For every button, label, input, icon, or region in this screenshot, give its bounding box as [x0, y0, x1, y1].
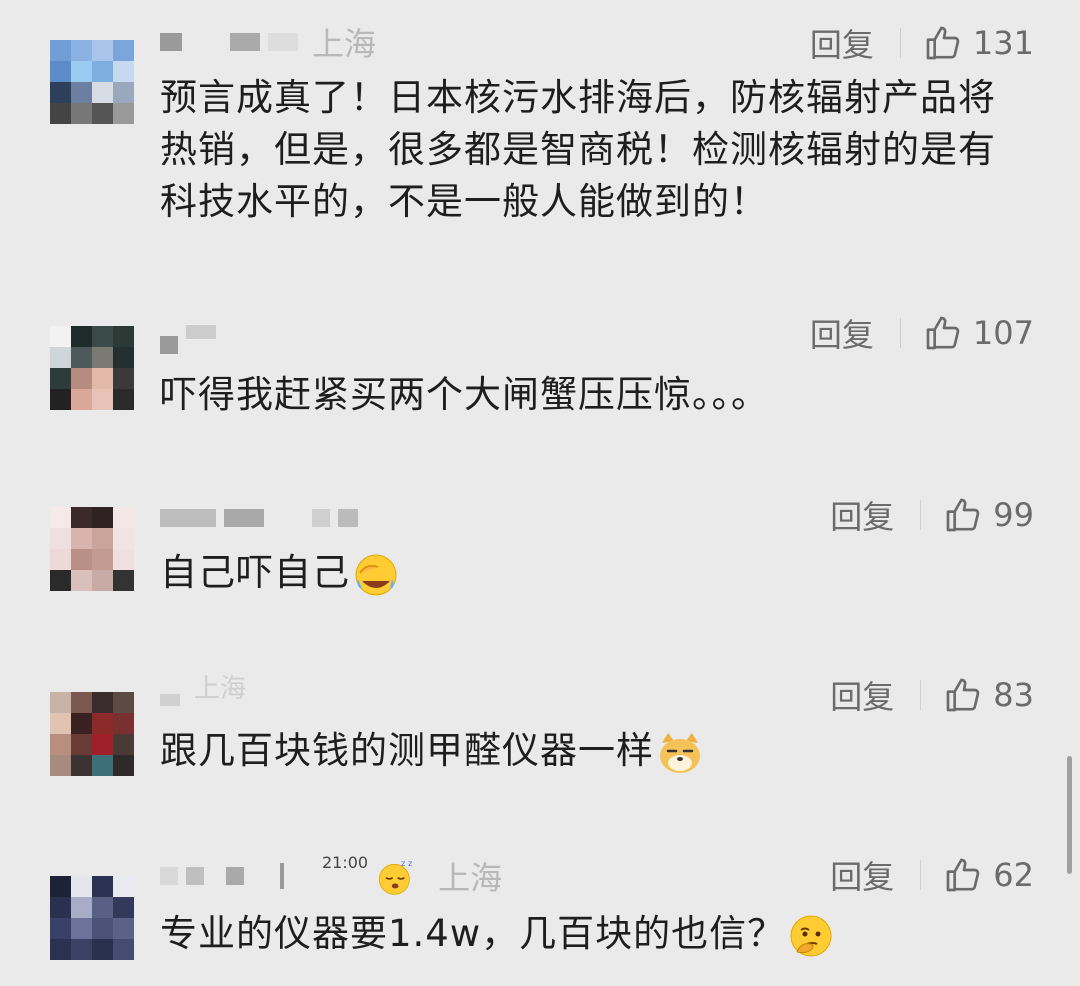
avatar[interactable]: [50, 326, 134, 410]
comment-actions: 回复 131: [810, 18, 1034, 68]
divider: [920, 500, 922, 530]
like-count: 99: [993, 496, 1034, 534]
comment-text-row: 自己吓自己: [160, 547, 1020, 599]
divider: [899, 318, 901, 348]
scrollbar[interactable]: [1067, 756, 1072, 874]
reply-button[interactable]: 回复: [830, 672, 894, 718]
comment-actions: 回复 83: [830, 670, 1034, 720]
username-blurred[interactable]: [160, 336, 178, 354]
like-button[interactable]: 99: [943, 495, 1034, 535]
thumbs-up-icon: [926, 26, 960, 60]
like-count: 107: [972, 314, 1034, 352]
doge-emoji: [660, 732, 700, 773]
thinking-emoji: [790, 915, 832, 956]
avatar[interactable]: [50, 692, 134, 776]
comment-text-row: 跟几百块钱的测甲醛仪器一样: [160, 725, 1020, 777]
comment-location: 上海: [312, 25, 377, 63]
reply-button[interactable]: 回复: [830, 492, 894, 538]
username-blurred[interactable]: [160, 867, 178, 885]
comment-meta: 上海: [160, 674, 246, 720]
reply-button[interactable]: 回复: [810, 20, 874, 66]
thumbs-up-icon: [946, 498, 980, 532]
comment-location: 上海: [438, 859, 503, 897]
comment-text: 吓得我赶紧买两个大闸蟹压压惊。。。: [160, 373, 769, 416]
comment-actions: 回复 107: [810, 308, 1034, 358]
reply-button[interactable]: 回复: [810, 310, 874, 356]
thumbs-up-icon: [926, 316, 960, 350]
facepalm-crying-emoji: [355, 554, 397, 595]
like-button[interactable]: 131: [923, 23, 1034, 63]
like-count: 83: [993, 676, 1034, 714]
divider: [920, 860, 922, 890]
divider: [920, 680, 922, 710]
like-button[interactable]: 83: [943, 675, 1034, 715]
comment-text-row: 专业的仪器要1.4w，几百块的也信？: [160, 908, 1020, 960]
comment-meta: 上海: [160, 22, 377, 63]
avatar[interactable]: [50, 40, 134, 124]
username-blurred[interactable]: [160, 694, 180, 706]
thumbs-up-icon: [946, 858, 980, 892]
comment-meta: 21:00 z z 上海: [160, 852, 503, 897]
avatar[interactable]: [50, 507, 134, 591]
svg-text:z z: z z: [401, 858, 413, 868]
comment-text: 跟几百块钱的测甲醛仪器一样: [160, 729, 654, 772]
comment-meta: [160, 318, 224, 358]
like-count: 62: [993, 856, 1034, 894]
like-button[interactable]: 62: [943, 855, 1034, 895]
reply-button[interactable]: 回复: [830, 852, 894, 898]
comment-time: 21:00: [322, 852, 369, 872]
comment-actions: 回复 62: [830, 850, 1034, 900]
comment-location: 上海: [194, 673, 247, 704]
username-blurred[interactable]: [160, 509, 216, 527]
comment-text: 专业的仪器要1.4w，几百块的也信？: [160, 912, 786, 955]
comment-actions: 回复 99: [830, 490, 1034, 540]
sleeping-emoji: z z: [379, 858, 413, 895]
comment-text: 自己吓自己: [160, 551, 350, 594]
comment-meta: [160, 498, 366, 538]
username-blurred[interactable]: [160, 33, 182, 51]
like-count: 131: [972, 24, 1034, 62]
comment-text: 预言成真了！日本核污水排海后，防核辐射产品将热销，但是，很多都是智商税！检测核辐…: [160, 76, 996, 223]
divider: [899, 28, 901, 58]
like-button[interactable]: 107: [923, 313, 1034, 353]
avatar[interactable]: [50, 876, 134, 960]
thumbs-up-icon: [946, 678, 980, 712]
